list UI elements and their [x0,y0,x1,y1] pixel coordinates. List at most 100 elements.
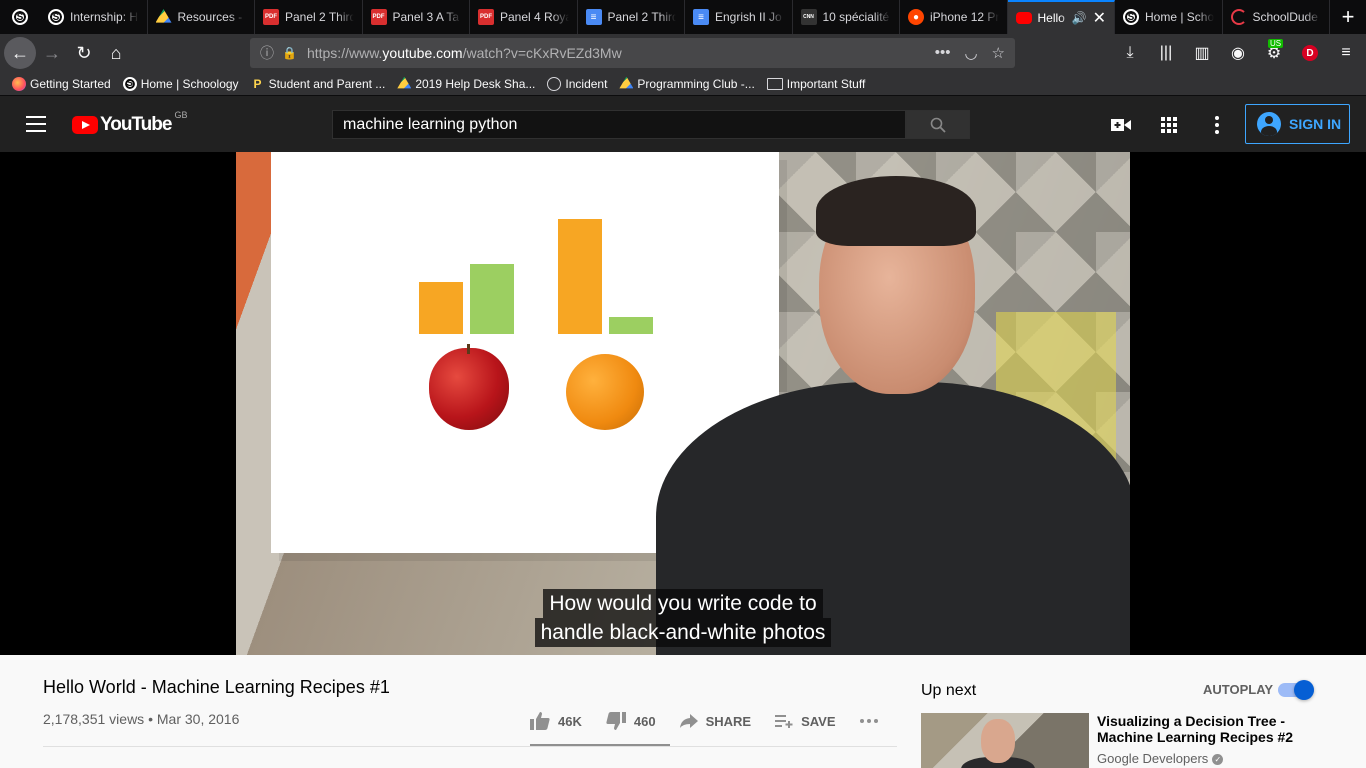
bookmark-star-icon[interactable]: ☆ [992,44,1005,62]
sign-in-label: SIGN IN [1289,116,1342,132]
youtube-logo[interactable]: YouTube GB [72,110,187,136]
bookmark-item[interactable]: 2019 Help Desk Sha... [397,76,535,91]
cnn-icon: CNN [800,9,817,25]
browser-tab[interactable]: S Home | Scho [1115,0,1223,34]
view-count: 2,178,351 views [43,711,145,727]
next-video-title[interactable]: Visualizing a Decision Tree - Machine Le… [1097,713,1317,745]
browser-tab[interactable]: SchoolDude [1223,0,1330,34]
back-button[interactable]: ← [4,37,36,69]
bookmark-item[interactable]: Programming Club -... [619,76,755,91]
page-actions-icon[interactable]: ••• [935,44,951,62]
forward-button[interactable]: → [36,37,68,69]
browser-tab[interactable]: ● iPhone 12 Pr [900,0,1008,34]
bookmark-label: Incident [565,76,608,91]
browser-tab[interactable]: CNN 10 spécialité [793,0,900,34]
next-video-channel[interactable]: Google Developers ✓ [1097,751,1224,766]
search-input[interactable] [332,110,906,139]
dislike-button[interactable]: 460 [606,712,656,730]
browser-tab[interactable]: ≡ Engrish II Jo [685,0,793,34]
speaker-icon[interactable]: 🔊 [1072,11,1087,25]
bookmark-folder[interactable]: Important Stuff [766,76,866,91]
browser-tab[interactable]: PDF Panel 2 Third [255,0,363,34]
browser-tab-active[interactable]: Hello 🔊 ✕ [1007,0,1115,34]
orange-image [566,354,644,430]
new-tab-button[interactable]: + [1330,0,1366,34]
like-button[interactable]: 46K [530,712,582,730]
search-button[interactable] [906,110,970,139]
reload-button[interactable]: ↻ [68,37,100,69]
browser-tab[interactable]: ≡ Panel 2 Third [578,0,685,34]
search-icon [930,117,946,133]
google-docs-icon: ≡ [693,9,709,25]
settings-more-icon[interactable] [1206,114,1228,136]
caption-line: handle black-and-white photos [534,618,832,647]
reddit-icon: ● [908,9,924,25]
tab-title: Panel 2 Third [285,10,354,24]
profile-extension-icon[interactable]: D [1294,37,1326,69]
bookmark-item[interactable]: S Home | Schoology [122,76,239,91]
downloads-icon[interactable]: ⤓ [1114,37,1146,69]
apps-grid-icon[interactable] [1158,114,1180,136]
bookmark-label: Student and Parent ... [268,76,386,91]
share-button[interactable]: SHARE [679,714,751,729]
next-video-thumbnail[interactable] [921,713,1089,768]
pocket-icon[interactable]: ◡ [964,44,977,62]
tab-title: SchoolDude [1252,10,1318,24]
channel-name: Google Developers [1097,751,1209,766]
pdf-icon: PDF [478,9,494,25]
save-button[interactable]: SAVE [775,713,836,729]
tab-title: Panel 3 A Ta [392,10,460,24]
lock-icon[interactable]: 🔒 [282,46,297,60]
orange-orange-bar [558,219,602,334]
profile-initial: D [1302,45,1318,61]
save-label: SAVE [801,713,836,729]
video-player[interactable]: How would you write code to handle black… [0,152,1366,655]
library-icon[interactable]: ||| [1150,37,1182,69]
bookmark-item[interactable]: P Student and Parent ... [251,77,386,91]
menu-icon[interactable]: ≡ [1330,37,1362,69]
youtube-icon [1015,12,1032,24]
thumbs-down-icon [606,712,626,730]
video-frame[interactable]: How would you write code to handle black… [236,152,1130,655]
account-icon[interactable]: ◉ [1222,37,1254,69]
sign-in-button[interactable]: SIGN IN [1245,104,1350,144]
vpn-extension-icon[interactable]: US ⚙ [1258,37,1290,69]
more-actions-button[interactable] [859,719,878,723]
bookmark-label: Programming Club -... [637,76,755,91]
pinned-tab-schoology[interactable]: S [0,0,40,34]
presenter [656,172,1130,655]
browser-tab[interactable]: PDF Panel 3 A Ta [363,0,470,34]
schoology-icon: S [122,76,137,91]
schoology-icon: S [1123,9,1139,25]
caption-line: How would you write code to [543,589,823,618]
close-tab-icon[interactable]: ✕ [1093,8,1106,28]
guide-menu-icon[interactable] [26,116,46,132]
apple-image [429,344,509,430]
pdf-icon: PDF [370,9,387,25]
sidebar-icon[interactable]: ▥ [1186,37,1218,69]
bookmark-label: Important Stuff [786,76,866,91]
bookmarks-bar: Getting Started S Home | Schoology P Stude… [0,72,1366,96]
tab-title: Resources - [177,10,243,24]
create-video-icon[interactable] [1110,114,1132,136]
video-meta: 2,178,351 views • Mar 30, 2016 [43,711,240,727]
playlist-add-icon [775,715,793,728]
youtube-play-icon [72,116,98,134]
browser-tab[interactable]: Resources - [148,0,255,34]
tab-title: Engrish II Jo [715,10,782,24]
orange-green-bar [609,317,653,334]
bookmark-label: Home | Schoology [140,76,239,91]
autoplay-toggle[interactable] [1278,680,1314,700]
bookmark-item[interactable]: Incident [547,76,608,91]
tab-title: Internship: H [70,10,139,24]
address-bar[interactable]: ⓘ 🔒 https://www.youtube.com/watch?v=cKxR… [250,38,1015,68]
bookmark-item[interactable]: Getting Started [12,76,111,91]
browser-tab[interactable]: PDF Panel 4 Roya [470,0,578,34]
google-drive-icon [619,76,634,89]
url-text[interactable]: https://www.youtube.com/watch?v=cKxRvEZd… [307,45,935,61]
info-icon[interactable]: ⓘ [260,43,274,63]
toggle-knob [1294,680,1314,700]
publish-date: Mar 30, 2016 [156,711,240,727]
browser-tab[interactable]: S Internship: H [40,0,148,34]
home-button[interactable]: ⌂ [100,37,132,69]
